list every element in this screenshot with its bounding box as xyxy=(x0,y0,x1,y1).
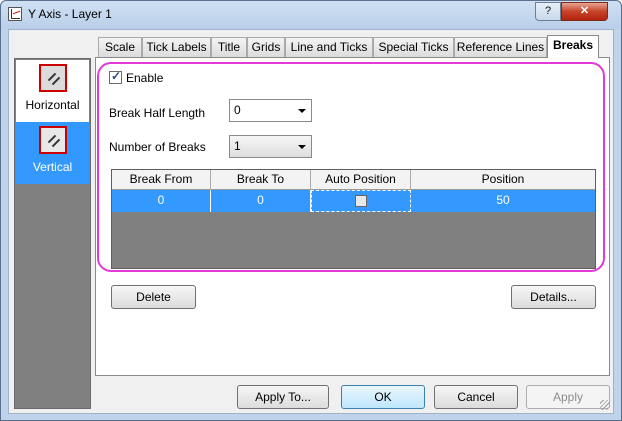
tab-breaks[interactable]: Breaks xyxy=(547,35,599,58)
break-to-cell[interactable]: 0 xyxy=(211,190,311,212)
tab-reference-lines[interactable]: Reference Lines xyxy=(454,37,547,57)
axis-item-horizontal[interactable]: Horizontal xyxy=(16,60,89,122)
auto-position-checkbox[interactable] xyxy=(355,195,367,207)
enable-label: Enable xyxy=(126,70,164,85)
column-header[interactable]: Break To xyxy=(211,170,311,190)
vertical-break-icon xyxy=(39,126,67,154)
position-cell[interactable]: 50 xyxy=(411,190,595,212)
num-breaks-value: 1 xyxy=(234,139,241,153)
tab-tick-labels[interactable]: Tick Labels xyxy=(142,37,211,57)
table-header: Break From Break To Auto Position Positi… xyxy=(112,170,595,190)
axis-item-vertical[interactable]: Vertical xyxy=(16,122,89,184)
column-header[interactable]: Position xyxy=(411,170,595,190)
details-button[interactable]: Details... xyxy=(511,285,596,309)
tab-line-and-ticks[interactable]: Line and Ticks xyxy=(285,37,373,57)
title-bar[interactable]: Y Axis - Layer 1 ? ✕ xyxy=(1,1,621,29)
half-length-value: 0 xyxy=(234,103,241,117)
chevron-down-icon xyxy=(298,109,306,113)
delete-button[interactable]: Delete xyxy=(111,285,196,309)
chevron-down-icon xyxy=(298,145,306,149)
num-breaks-label: Number of Breaks xyxy=(109,140,206,154)
half-length-label: Break Half Length xyxy=(109,106,206,120)
help-button[interactable]: ? xyxy=(535,2,561,21)
apply-button[interactable]: Apply xyxy=(526,385,610,409)
column-header[interactable]: Auto Position xyxy=(311,170,411,190)
horizontal-break-icon xyxy=(39,64,67,92)
app-icon xyxy=(8,7,22,21)
table-row[interactable]: 0 0 50 xyxy=(112,190,595,212)
axis-selector-panel: Horizontal Vertical xyxy=(14,58,91,409)
tab-scale[interactable]: Scale xyxy=(98,37,142,57)
apply-to-button[interactable]: Apply To... xyxy=(237,385,329,409)
breaks-table[interactable]: Break From Break To Auto Position Positi… xyxy=(111,169,596,269)
tab-special-ticks[interactable]: Special Ticks xyxy=(373,37,454,57)
close-button[interactable]: ✕ xyxy=(561,2,608,21)
tab-grids[interactable]: Grids xyxy=(247,37,285,57)
enable-checkbox[interactable]: ✓ xyxy=(109,69,122,85)
tab-title[interactable]: Title xyxy=(211,37,247,57)
dialog-client-area: Horizontal Vertical Scale Tick Labels Ti… xyxy=(8,29,614,414)
enable-row[interactable]: ✓ Enable xyxy=(109,69,164,85)
column-header[interactable]: Break From xyxy=(112,170,211,190)
dialog-window: Y Axis - Layer 1 ? ✕ Horizontal Vertical… xyxy=(0,0,622,421)
auto-position-cell[interactable] xyxy=(311,190,411,212)
num-breaks-select[interactable]: 1 xyxy=(229,135,312,158)
half-length-combo[interactable]: 0 xyxy=(229,99,312,122)
axis-item-label: Horizontal xyxy=(25,98,80,112)
resize-grip-icon[interactable] xyxy=(600,400,610,410)
axis-item-label: Vertical xyxy=(32,160,73,174)
window-title: Y Axis - Layer 1 xyxy=(28,7,112,21)
cancel-button[interactable]: Cancel xyxy=(434,385,518,409)
break-from-cell[interactable]: 0 xyxy=(112,190,211,212)
ok-button[interactable]: OK xyxy=(341,385,425,409)
